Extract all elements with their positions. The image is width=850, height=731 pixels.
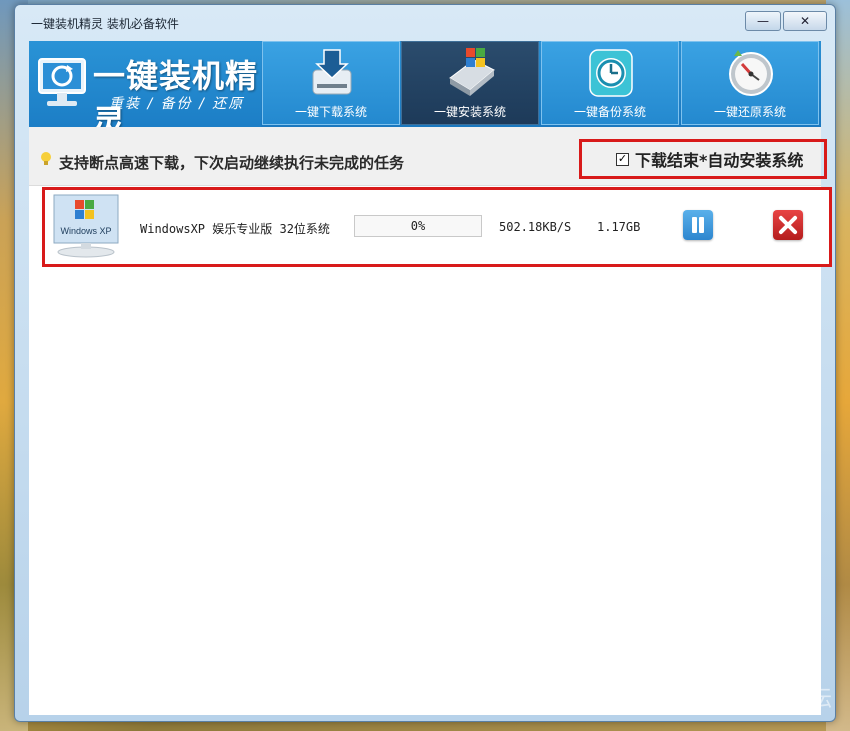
tab-download-label: 一键下载系统 (294, 105, 367, 119)
download-speed: 502.18KB/S (499, 220, 572, 234)
download-task-row: Windows XP WindowsXP 娱乐专业版 32位系统 0% 502.… (42, 187, 832, 267)
tab-backup-label: 一键备份系统 (573, 105, 646, 119)
download-progress-bar: 0% (354, 215, 482, 237)
info-bar: 支持断点高速下载，下次启动继续执行未完成的任务 ✓ 下载结束*自动安装系统 (29, 127, 827, 186)
thumb-caption: Windows XP (60, 226, 111, 236)
tab-install[interactable]: 一键安装系统 (401, 41, 539, 125)
resume-tip-text: 支持断点高速下载，下次启动继续执行未完成的任务 (59, 154, 405, 172)
tab-restore-label: 一键还原系统 (713, 105, 786, 119)
close-button[interactable]: ✕ (783, 11, 827, 31)
brand-slogan: 重装 / 备份 / 还原 (109, 96, 245, 112)
window-controls: — ✕ (743, 11, 827, 31)
watermark-pconline: PConline (678, 681, 748, 700)
monitor-refresh-icon (38, 58, 86, 106)
backup-clock-icon (589, 49, 633, 97)
task-name: WindowsXP 娱乐专业版 32位系统 (140, 222, 330, 236)
watermark-luntan: 论坛 (788, 687, 833, 712)
auto-install-checkbox[interactable]: ✓ (616, 152, 629, 166)
install-drive-icon (449, 48, 495, 96)
minimize-button[interactable]: — (745, 11, 781, 31)
file-size: 1.17GB (597, 220, 641, 234)
title-bar[interactable]: 一键装机精灵 装机必备软件 — ✕ (15, 5, 835, 35)
download-drive-icon (312, 49, 352, 95)
app-window: 一键装机精灵 装机必备软件 — ✕ 一键装机精灵 重装 / 备份 / 还原 一键… (14, 4, 836, 722)
lightbulb-icon (41, 152, 51, 165)
watermark: Bai du 经验 PConline 论坛 jingyan.baidu.com (650, 655, 840, 715)
header-banner: 一键装机精灵 重装 / 备份 / 还原 一键下载系统 一键安装系统 一键备份系统… (29, 41, 821, 141)
tab-download[interactable]: 一键下载系统 (262, 41, 400, 125)
brand-logo: 一键装机精灵 重装 / 备份 / 还原 (29, 41, 261, 141)
auto-install-label: 下载结束*自动安装系统 (635, 151, 804, 170)
thumb-caption-text: Windows XP (60, 226, 111, 236)
tab-install-label: 一键安装系统 (433, 105, 506, 119)
window-title: 一键装机精灵 装机必备软件 (31, 17, 179, 31)
main-content: 支持断点高速下载，下次启动继续执行未完成的任务 ✓ 下载结束*自动安装系统 Wi… (29, 127, 832, 715)
delete-button[interactable] (773, 210, 803, 240)
restore-compass-icon (729, 50, 773, 96)
tab-backup[interactable]: 一键备份系统 (541, 41, 679, 125)
pause-button[interactable] (683, 210, 713, 240)
tab-restore[interactable]: 一键还原系统 (681, 41, 819, 125)
auto-install-option[interactable]: ✓ 下载结束*自动安装系统 (579, 139, 827, 179)
watermark-url: jingyan.baidu.com (650, 699, 761, 713)
progress-percent: 0% (410, 219, 426, 233)
